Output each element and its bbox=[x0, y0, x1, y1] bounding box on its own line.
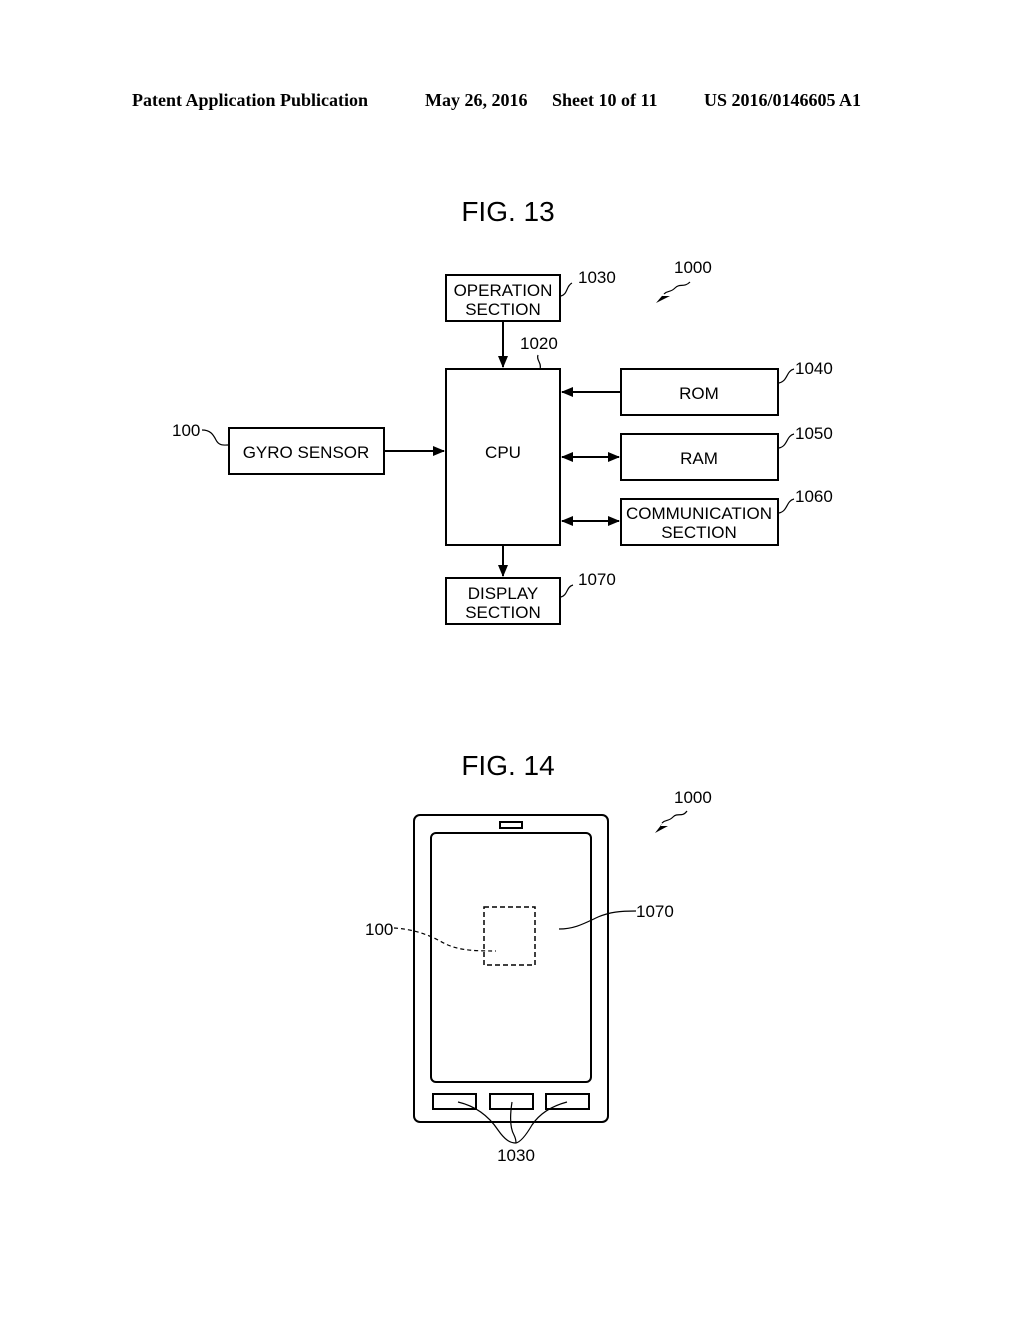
svg-text:RAM: RAM bbox=[680, 449, 718, 468]
svg-text:SECTION: SECTION bbox=[661, 523, 737, 542]
phone-display-screen bbox=[430, 832, 592, 1083]
ram-ref: 1050 bbox=[795, 424, 833, 443]
svg-text:SECTION: SECTION bbox=[465, 300, 541, 319]
svg-text:SECTION: SECTION bbox=[465, 603, 541, 622]
operation-ref: 1030 bbox=[578, 268, 616, 287]
phone-speaker bbox=[499, 821, 523, 829]
cpu-ref: 1020 bbox=[520, 334, 558, 353]
gyro-sensor-block: GYRO SENSOR bbox=[228, 427, 385, 475]
fig14-sensor-ref: 100 bbox=[365, 920, 393, 939]
operation-section-block: OPERATION SECTION bbox=[445, 274, 561, 322]
communication-section-block: COMMUNICATION SECTION bbox=[620, 498, 779, 546]
communication-ref-leader bbox=[778, 498, 795, 514]
gyro-ref-leader bbox=[201, 429, 230, 446]
svg-text:DISPLAY: DISPLAY bbox=[468, 584, 539, 603]
fig14-device-ref: 1000 bbox=[674, 788, 712, 807]
phone-button-left[interactable] bbox=[432, 1093, 477, 1110]
svg-text:CPU: CPU bbox=[485, 443, 521, 462]
fig14-display-ref: 1070 bbox=[636, 902, 674, 921]
fig14-device-leader bbox=[661, 810, 688, 824]
display-section-block: DISPLAY SECTION bbox=[445, 577, 561, 625]
communication-ref: 1060 bbox=[795, 487, 833, 506]
cpu-block: CPU bbox=[445, 368, 561, 546]
gyro-ref: 100 bbox=[172, 421, 200, 440]
ram-ref-leader bbox=[778, 433, 795, 449]
fig14-buttons-ref: 1030 bbox=[497, 1146, 535, 1165]
operation-ref-leader bbox=[560, 282, 573, 297]
fig13-device-leader bbox=[663, 281, 691, 295]
cpu-ref-leader bbox=[536, 354, 542, 370]
fig13-device-ref: 1000 bbox=[674, 258, 712, 277]
rom-block: ROM bbox=[620, 368, 779, 416]
svg-text:OPERATION: OPERATION bbox=[454, 281, 553, 300]
svg-text:COMMUNICATION: COMMUNICATION bbox=[626, 504, 772, 523]
display-ref: 1070 bbox=[578, 570, 616, 589]
fig13-title: FIG. 13 bbox=[461, 196, 554, 227]
svg-text:ROM: ROM bbox=[679, 384, 719, 403]
ram-block: RAM bbox=[620, 433, 779, 481]
display-ref-leader bbox=[560, 584, 574, 598]
fig14-device-arrow-icon bbox=[655, 820, 668, 833]
rom-ref-leader bbox=[778, 368, 795, 384]
rom-ref: 1040 bbox=[795, 359, 833, 378]
fig14-title: FIG. 14 bbox=[461, 750, 554, 781]
patent-drawing: FIG. 13 1000 OPERATION SECTION 1030 CPU … bbox=[172, 196, 833, 1165]
svg-text:GYRO SENSOR: GYRO SENSOR bbox=[243, 443, 370, 462]
